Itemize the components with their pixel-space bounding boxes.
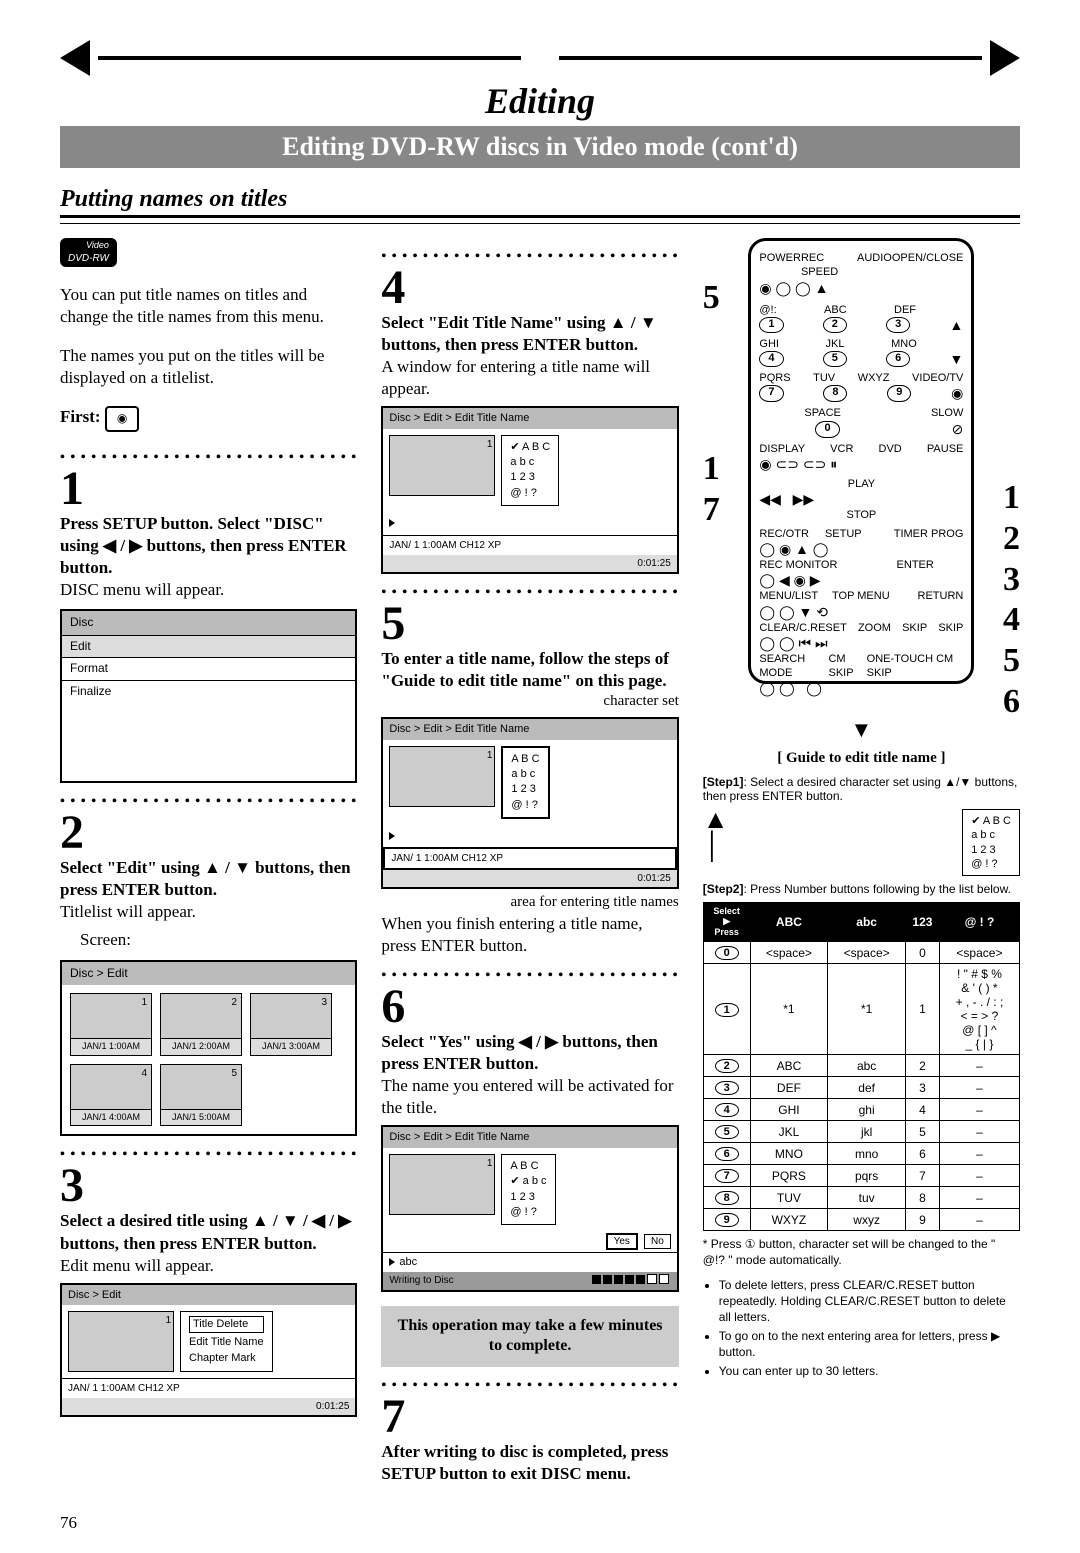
step-1-body: DISC menu will appear. [60,579,357,601]
intro-p2: The names you put on the titles will be … [60,345,357,389]
header-rule [60,40,1020,76]
asterisk-note: * Press ① button, character set will be … [703,1237,1020,1268]
area-caption: area for entering title names [381,893,678,913]
remote-control-icon: POWERREC SPEEDAUDIOOPEN/CLOSE ◉ ◯ ◯ ▲ @!… [748,238,974,684]
callout-right: 1 2 3 4 5 6 [1003,478,1020,723]
step-7-number: 7 [381,1393,678,1441]
manual-page: Editing Editing DVD-RW discs in Video mo… [0,0,1080,1553]
intro-p1: You can put title names on titles and ch… [60,284,357,328]
column-3: 5 1 7 POWERREC SPEEDAUDIOOPEN/CLOSE ◉ ◯ … [703,238,1020,1485]
grid-crumb: Disc > Edit [62,962,355,986]
confirm-osd: Disc > Edit > Edit Title Name 1 A B C ✔ … [381,1125,678,1291]
charset-table: Select▶Press ABC abc 123 @ ! ? 0<space><… [703,902,1020,1231]
step-3-body: Edit menu will appear. [60,1255,357,1277]
step-5-head: To enter a title name, follow the steps … [381,648,678,692]
page-number: 76 [60,1513,1020,1533]
note-box: This operation may take a few minutes to… [381,1306,678,1368]
step-3-head: Select a desired title using ▲ / ▼ / ◀ /… [60,1210,357,1254]
double-rule [60,215,1020,224]
step-2-head: Select "Edit" using ▲ / ▼ buttons, then … [60,857,357,901]
first-label: First: [60,407,101,426]
dot-divider: • • • • • • • • • • • • • • • • • • • • … [60,449,357,461]
step-2-number: 2 [60,809,357,857]
disc-menu-panel: Disc Edit Format Finalize [60,609,357,783]
screen-label: Screen: [60,929,357,951]
section-band: Editing DVD-RW discs in Video mode (cont… [60,126,1020,168]
edit-title-osd-2: Disc > Edit > Edit Title Name 1 A B C a … [381,717,678,889]
disc-menu-item: Edit [62,635,355,658]
charset-box: ✔ A B C a b c 1 2 3 @ ! ? [962,809,1020,876]
disc-menu-item: Finalize [62,680,355,703]
callout-left: 5 1 7 [703,278,720,530]
disc-menu-item: Format [62,657,355,680]
arrow-left-icon [60,40,90,76]
step-6-number: 6 [381,983,678,1031]
arrow-right-icon [990,40,1020,76]
dvdrw-badge: Video DVD-RW [60,238,117,267]
edit-menu-osd: Disc > Edit 1 Title Delete Edit Title Na… [60,1283,357,1417]
step-5-after: When you finish entering a title name, p… [381,913,678,957]
up-arrow-icon: ▲│ [703,807,729,859]
step-4-number: 4 [381,264,678,312]
step-4-head: Select "Edit Title Name" using ▲ / ▼ but… [381,312,678,356]
page-title: Editing [60,76,1020,124]
guide-title: [ Guide to edit title name ] [703,750,1020,767]
step-6-body: The name you entered will be activated f… [381,1075,678,1119]
step-3-number: 3 [60,1162,357,1210]
disc-icon: ◉ [105,406,139,432]
charset-caption: character set [381,692,678,712]
step-6-head: Select "Yes" using ◀ / ▶ buttons, then p… [381,1031,678,1075]
guide-notes: To delete letters, press CLEAR/C.RESET b… [703,1278,1020,1380]
column-1: Video DVD-RW You can put title names on … [60,238,357,1485]
step-7-head: After writing to disc is completed, pres… [381,1441,678,1485]
section-head: Putting names on titles [60,186,1020,213]
step-4-body: A window for entering a title name will … [381,356,678,400]
disc-menu-title: Disc [62,611,355,635]
step-5-number: 5 [381,600,678,648]
edit-title-osd: Disc > Edit > Edit Title Name 1 ✔ A B C … [381,406,678,573]
step-1-number: 1 [60,465,357,513]
step-2-body: Titlelist will appear. [60,901,357,923]
step-1-head: Press SETUP button. Select "DISC" using … [60,513,357,579]
titlelist-panel: Disc > Edit 1JAN/1 1:00AM 2JAN/1 2:00AM … [60,960,357,1137]
column-2: • • • • • • • • • • • • • • • • • • • • … [381,238,678,1485]
